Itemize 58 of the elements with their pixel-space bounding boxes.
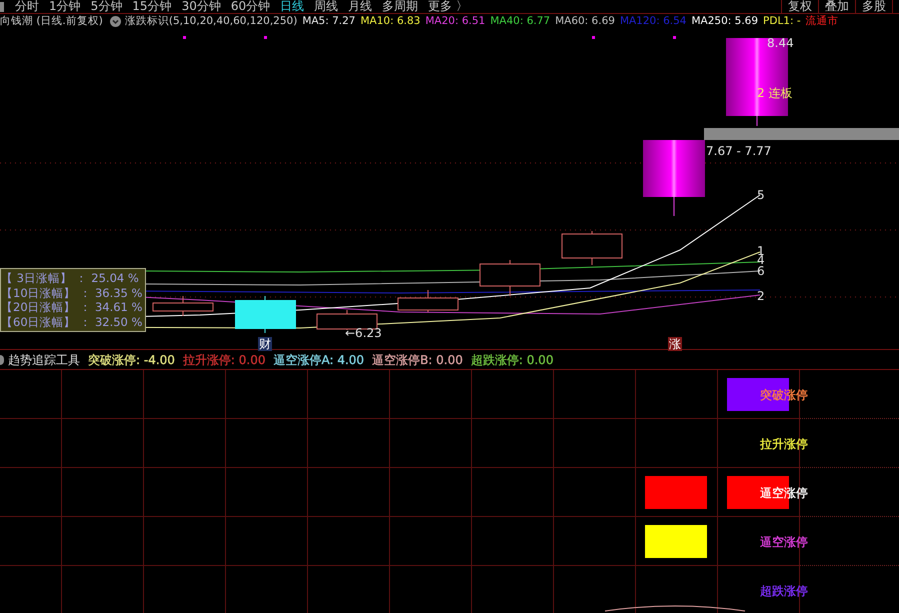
line-label: 6	[757, 265, 765, 277]
toolbar-button[interactable]: 复权	[781, 0, 818, 13]
legend-value: PDL1: -	[763, 14, 801, 29]
legend-value: MA40: 6.77	[490, 14, 550, 29]
chart-title: 向钱潮 (日线.前复权)	[0, 14, 103, 29]
price-range-label: 7.67 - 7.77	[706, 145, 772, 157]
signal-label: 拉升涨停	[760, 436, 808, 453]
period-tab[interactable]: 5分钟	[86, 0, 128, 13]
legend-value: MA120: 6.54	[620, 14, 686, 29]
tick-mark	[673, 36, 676, 39]
period-tab[interactable]: 月线	[343, 0, 378, 13]
indicator-title: 趋势追踪工具	[8, 352, 80, 368]
limit-up-marker: 涨	[668, 337, 682, 351]
low-price-label: ←6.23	[345, 327, 382, 339]
legend-value: 流通市	[806, 14, 839, 29]
legend-value: MA10: 6.83	[360, 14, 420, 29]
legend-value: MA5: 7.27	[302, 14, 356, 29]
gain-row-text: 【60日涨幅】 ： 32.50 %	[1, 314, 144, 329]
gain-row-text: 【10日涨幅】 ： 36.35 %	[1, 286, 144, 300]
tick-mark	[592, 36, 595, 39]
line-label: 5	[757, 189, 765, 201]
gain-row-text: 【20日涨幅】 ： 34.61 %	[1, 300, 144, 314]
line-label: 2	[757, 290, 765, 302]
indicator-value: 逼空涨停B: 0.00	[372, 352, 463, 366]
panel-icon	[0, 2, 4, 12]
finance-marker: 财	[258, 337, 272, 351]
candlestick	[235, 296, 296, 334]
chevron-down-icon[interactable]	[110, 16, 121, 27]
indicator-name: 涨跌标识(5,10,20,40,60,120,250)	[124, 14, 298, 29]
tick-mark	[264, 36, 267, 39]
legend-value: MA250: 5.69	[691, 14, 758, 29]
candlestick	[398, 290, 458, 312]
period-tab[interactable]: 分时	[10, 0, 44, 13]
candlestick	[152, 296, 214, 316]
period-tab[interactable]: 15分钟	[127, 0, 177, 13]
tick-mark	[183, 36, 186, 39]
period-tab[interactable]: 更多 〉	[423, 0, 473, 13]
indicator-value: 拉升涨停: 0.00	[182, 352, 266, 366]
period-tab[interactable]: 60分钟	[226, 0, 276, 13]
legend-value: MA60: 6.69	[555, 14, 615, 29]
signal-label: 逼空涨停	[760, 534, 808, 551]
indicator-value: 突破涨停: -4.00	[88, 352, 175, 366]
candlestick	[562, 230, 622, 266]
indicator-value: 超跌涨停: 0.00	[470, 352, 554, 366]
period-tab[interactable]: 30分钟	[176, 0, 226, 13]
panel-icon	[0, 354, 4, 364]
legend-value: MA20: 6.51	[425, 14, 486, 29]
period-tab[interactable]: 日线	[275, 0, 310, 13]
gain-row-text: 【 3日涨幅】 ： 25.04 %	[1, 271, 140, 286]
indicator-value: 逼空涨停A: 4.00	[273, 352, 364, 366]
toolbar-button[interactable]: 多股	[855, 0, 892, 13]
period-tab[interactable]: 多周期	[377, 0, 424, 13]
period-tab[interactable]: 周线	[309, 0, 344, 13]
toolbar-button[interactable]: 叠加	[818, 0, 855, 13]
period-tab[interactable]: 1分钟	[44, 0, 86, 13]
line-label: 4	[757, 254, 765, 266]
signal-label: 超跌涨停	[760, 583, 808, 600]
candlestick	[480, 260, 540, 296]
